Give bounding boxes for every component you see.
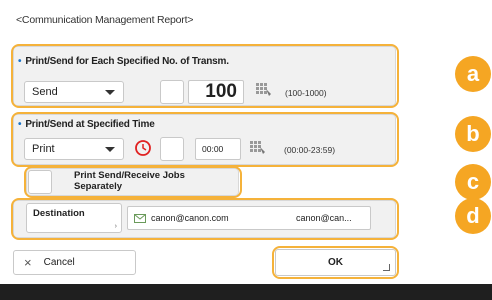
send-dropdown[interactable]: Send [24, 81, 124, 103]
time-field[interactable]: 00:00 [195, 138, 241, 160]
cancel-button-label: Cancel [43, 257, 75, 268]
bottom-status-bar [0, 284, 492, 300]
keypad-icon[interactable] [250, 141, 266, 155]
destination-list[interactable]: canon@canon.com canon@can... [127, 206, 371, 230]
print-dropdown-value: Print [32, 143, 55, 155]
destination-name: canon@can... [296, 213, 352, 223]
email-icon [134, 213, 146, 223]
badge-d: d [455, 198, 491, 234]
separate-jobs-checkbox[interactable] [28, 170, 52, 194]
timer-icon [135, 140, 151, 156]
print-dropdown[interactable]: Print [24, 138, 124, 160]
chevron-right-icon: › [114, 223, 117, 230]
section-a-title-text: Print/Send for Each Specified No. of Tra… [25, 56, 229, 67]
count-range: (100-1000) [285, 88, 327, 98]
close-icon: × [24, 255, 32, 270]
section-a-toggle-button[interactable] [160, 80, 184, 104]
return-icon [383, 264, 390, 271]
time-range: (00:00-23:59) [284, 145, 336, 155]
badge-a: a [455, 56, 491, 92]
destination-button-label: Destination [33, 208, 85, 219]
page-title: <Communication Management Report> [16, 14, 194, 26]
badge-b: b [455, 116, 491, 152]
transmission-count-value: 100 [205, 81, 237, 102]
transmission-count-field[interactable]: 100 [188, 80, 244, 104]
section-b-title-text: Print/Send at Specified Time [25, 119, 155, 130]
ok-button[interactable]: OK [275, 249, 396, 276]
destination-button[interactable]: Destination › [26, 203, 122, 233]
separate-jobs-label: Print Send/Receive Jobs Separately [74, 170, 185, 192]
time-value: 00:00 [202, 144, 224, 154]
ok-button-label: OK [328, 257, 343, 268]
cancel-button[interactable]: × Cancel [13, 250, 136, 275]
section-b-toggle-button[interactable] [160, 137, 184, 161]
destination-address: canon@canon.com [151, 213, 229, 223]
badge-c: c [455, 164, 491, 200]
section-b-title: • Print/Send at Specified Time [18, 119, 155, 130]
keypad-icon[interactable] [256, 83, 272, 97]
chevron-down-icon [105, 90, 115, 95]
chevron-down-icon [105, 147, 115, 152]
section-a-title: • Print/Send for Each Specified No. of Tr… [18, 56, 229, 67]
send-dropdown-value: Send [32, 86, 58, 98]
